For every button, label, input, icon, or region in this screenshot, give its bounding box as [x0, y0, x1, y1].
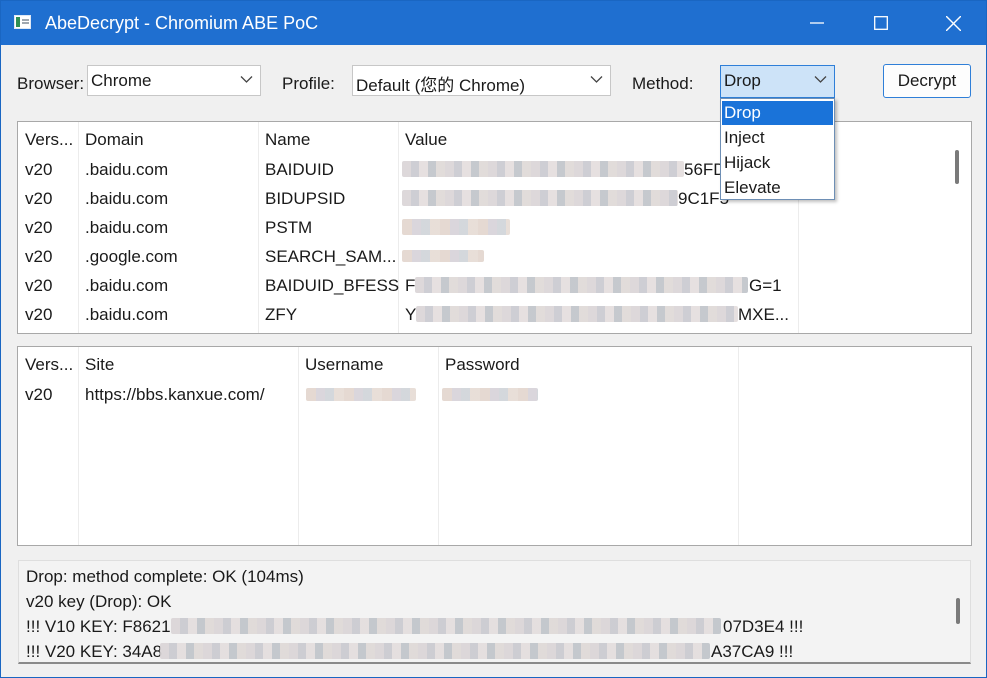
cookie-name: BIDUPSID [265, 189, 346, 208]
redacted-value [415, 277, 748, 293]
method-dropdown-list: Drop Inject Hijack Elevate [720, 98, 835, 200]
maximize-button[interactable] [849, 1, 913, 45]
cookie-version: v20 [25, 189, 53, 208]
cookie-name: BAIDUID_BFESS [265, 276, 400, 295]
chevron-down-icon [814, 76, 827, 83]
redacted-value [402, 190, 678, 206]
redacted-key [160, 643, 710, 659]
cookie-version: v20 [25, 276, 53, 295]
minimize-button[interactable] [785, 1, 849, 45]
method-select[interactable]: Drop [720, 65, 835, 98]
cookie-version: v20 [25, 218, 53, 237]
column-header-version[interactable]: Vers... [25, 130, 73, 150]
cookies-scrollbar-thumb[interactable] [955, 150, 959, 184]
redacted-key [171, 618, 721, 634]
cookie-name: PSTM [265, 218, 313, 237]
logins-table[interactable]: Vers... Site Username Password v20 https… [17, 346, 972, 546]
cookie-name: ZFY [265, 305, 298, 324]
method-option-hijack[interactable]: Hijack [722, 151, 833, 175]
log-output[interactable]: Drop: method complete: OK (104ms) v20 ke… [18, 560, 971, 664]
method-option-inject[interactable]: Inject [722, 126, 833, 150]
column-header-username[interactable]: Username [305, 355, 383, 375]
redacted-password [442, 388, 538, 401]
log-line: Drop: method complete: OK (104ms) [26, 567, 304, 586]
column-header-site[interactable]: Site [85, 355, 114, 375]
minimize-icon [810, 22, 824, 24]
log-line-v10-key-start: !!! V10 KEY: F8621 [26, 617, 171, 636]
log-line-v20-key-start: !!! V20 KEY: 34A8 [26, 642, 163, 661]
column-header-version[interactable]: Vers... [25, 355, 73, 375]
cookie-value-visible: G=1 [749, 276, 782, 295]
log-line-v20-key-end: A37CA9 !!! [711, 642, 794, 661]
method-label: Method: [632, 74, 694, 93]
cookie-value-visible: MXE... [738, 305, 790, 324]
redacted-username [306, 388, 416, 401]
column-header-name[interactable]: Name [265, 130, 310, 150]
method-select-value: Drop [724, 71, 761, 90]
cookie-version: v20 [25, 247, 53, 266]
browser-select-value: Chrome [91, 71, 152, 90]
log-scrollbar-thumb[interactable] [956, 598, 960, 624]
login-version: v20 [25, 385, 53, 404]
profile-select-value: Default (您的 Chrome) [356, 76, 526, 95]
redacted-value [402, 161, 684, 177]
close-icon [945, 15, 961, 31]
method-option-drop[interactable]: Drop [722, 101, 833, 125]
cookie-domain: .baidu.com [85, 189, 169, 208]
column-header-password[interactable]: Password [445, 355, 520, 375]
cookie-domain: .baidu.com [85, 276, 169, 295]
profile-select[interactable]: Default (您的 Chrome) [352, 65, 611, 96]
column-header-domain[interactable]: Domain [85, 130, 144, 150]
cookie-name: SEARCH_SAM... [265, 247, 397, 266]
column-header-value[interactable]: Value [405, 130, 447, 150]
close-button[interactable] [921, 1, 985, 45]
log-line: v20 key (Drop): OK [26, 592, 172, 611]
chevron-down-icon [240, 76, 253, 83]
window-title: AbeDecrypt - Chromium ABE PoC [45, 13, 319, 33]
app-window: AbeDecrypt - Chromium ABE PoC Browser: C… [0, 0, 987, 678]
cookie-value-visible: F [405, 276, 416, 295]
cookie-value-visible: Y [405, 305, 417, 324]
redacted-value [402, 250, 484, 262]
profile-label: Profile: [282, 74, 335, 93]
cookie-domain: .baidu.com [85, 305, 169, 324]
title-bar[interactable]: AbeDecrypt - Chromium ABE PoC [1, 1, 986, 45]
redacted-value [402, 219, 510, 235]
cookie-domain: .google.com [85, 247, 178, 266]
log-line-v10-key-end: 07D3E4 !!! [723, 617, 804, 636]
redacted-value [416, 306, 738, 322]
cookie-name: BAIDUID [265, 160, 334, 179]
chevron-down-icon [590, 76, 603, 83]
decrypt-button[interactable]: Decrypt [883, 64, 971, 98]
cookie-domain: .baidu.com [85, 218, 169, 237]
method-option-elevate[interactable]: Elevate [722, 176, 833, 200]
maximize-icon [874, 16, 888, 30]
cookie-version: v20 [25, 160, 53, 179]
cookie-version: v20 [25, 305, 53, 324]
app-icon [14, 15, 31, 29]
cookie-domain: .baidu.com [85, 160, 169, 179]
browser-select[interactable]: Chrome [87, 65, 261, 96]
browser-label: Browser: [17, 74, 85, 93]
login-site: https://bbs.kanxue.com/ [85, 385, 265, 404]
